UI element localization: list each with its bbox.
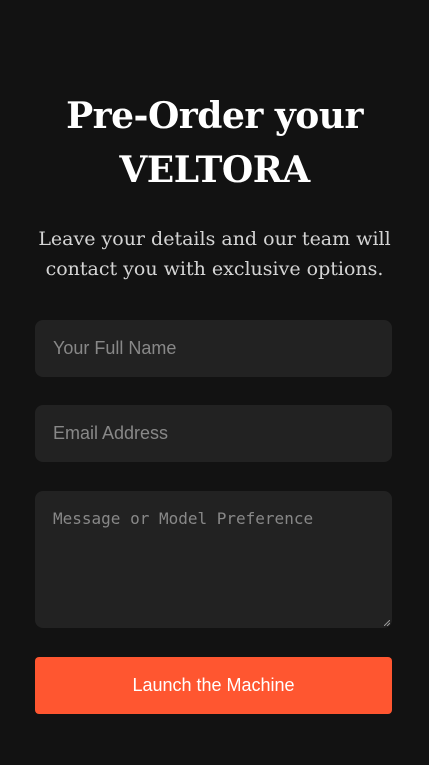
name-field-container — [35, 320, 392, 377]
preorder-page: Pre-Order your VELTORA Leave your detail… — [0, 0, 429, 765]
email-field-container — [35, 405, 392, 462]
page-subtitle: Leave your details and our team will con… — [38, 228, 391, 280]
title-line-2: VELTORA — [119, 149, 310, 191]
message-field-container — [35, 491, 392, 628]
full-name-input[interactable] — [35, 320, 392, 377]
launch-submit-button[interactable]: Launch the Machine — [35, 657, 392, 714]
page-title: Pre-Order your VELTORA — [0, 89, 429, 197]
title-line-1: Pre-Order your — [66, 95, 363, 137]
message-textarea[interactable] — [35, 491, 392, 628]
resize-handle-icon[interactable] — [384, 620, 390, 626]
email-input[interactable] — [35, 405, 392, 462]
